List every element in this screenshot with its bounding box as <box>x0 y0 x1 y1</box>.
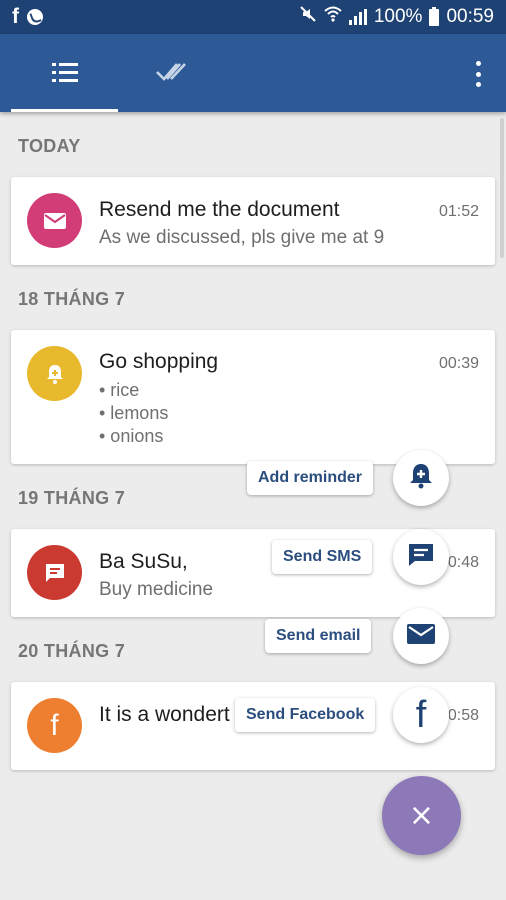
item-title: Go shopping <box>99 350 219 373</box>
section-header-date: 19 THÁNG 7 <box>18 488 126 508</box>
item-time: 0:58 <box>447 707 479 724</box>
email-icon <box>27 193 82 248</box>
status-time: 00:59 <box>446 6 494 27</box>
battery-icon <box>429 6 440 26</box>
send-sms-label[interactable]: Send SMS <box>272 540 373 574</box>
reminder-icon <box>27 346 82 401</box>
tab-done[interactable] <box>118 34 225 112</box>
status-bar: f 100% 00:59 <box>0 0 506 34</box>
section-header-date: 20 THÁNG 7 <box>18 641 126 661</box>
scroll-indicator <box>500 118 504 258</box>
item-bullet: • rice <box>99 380 140 400</box>
email-icon <box>406 623 436 650</box>
section-header-date: 18 THÁNG 7 <box>18 289 126 309</box>
battery-percent: 100% <box>373 6 423 27</box>
send-email-button[interactable] <box>393 608 449 664</box>
send-sms-button[interactable] <box>393 529 449 585</box>
section-header-today: TODAY <box>18 136 81 156</box>
facebook-icon: f <box>415 693 427 736</box>
item-time: 0:48 <box>447 554 479 571</box>
status-bar-left: f <box>12 5 43 29</box>
mute-icon <box>299 5 317 29</box>
add-reminder-label[interactable]: Add reminder <box>247 461 374 495</box>
more-vert-icon[interactable] <box>474 61 482 87</box>
item-title: Resend me the document <box>99 198 340 221</box>
item-subtitle: As we discussed, pls give me at 9 <box>99 227 385 248</box>
item-bullet: • onions <box>99 426 164 446</box>
item-time: 00:39 <box>438 355 479 372</box>
item-bullet: • lemons <box>99 403 169 423</box>
item-title: Ba SuSu, <box>99 550 188 573</box>
facebook-notification-icon: f <box>12 5 19 28</box>
item-time: 01:52 <box>438 203 479 220</box>
facebook-icon: f <box>27 698 82 753</box>
tab-list[interactable] <box>11 34 118 112</box>
list-item[interactable]: Go shopping • rice • lemons • onions 00:… <box>11 330 495 464</box>
item-title: It is a wondert <box>99 703 230 726</box>
whatsapp-notification-icon <box>27 9 43 25</box>
tab-indicator <box>11 109 118 112</box>
wifi-icon <box>324 6 342 28</box>
send-email-label[interactable]: Send email <box>265 619 372 653</box>
send-facebook-button[interactable]: f <box>393 687 449 743</box>
status-bar-right: 100% 00:59 <box>299 5 494 29</box>
close-speed-dial-button[interactable]: × <box>382 776 461 855</box>
list-item[interactable]: Resend me the document As we discussed, … <box>11 177 495 265</box>
sms-icon <box>27 545 82 600</box>
send-facebook-label[interactable]: Send Facebook <box>235 698 376 732</box>
app-bar <box>0 34 506 112</box>
close-icon: × <box>408 798 435 833</box>
item-subtitle: Buy medicine <box>99 579 214 600</box>
done-all-icon <box>155 60 189 87</box>
message-icon <box>407 542 435 573</box>
signal-icon <box>348 9 367 25</box>
add-alert-icon <box>408 462 434 495</box>
add-alert-button[interactable] <box>393 450 449 506</box>
list-icon <box>51 63 78 83</box>
